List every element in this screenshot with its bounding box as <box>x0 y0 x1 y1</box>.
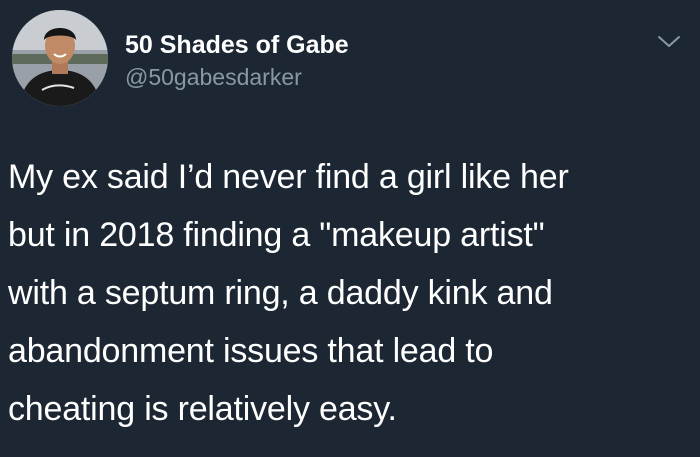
author-info: 50 Shades of Gabe @50gabesdarker <box>125 30 349 92</box>
tweet-text-line: with a septum ring, a daddy kink and <box>8 274 553 312</box>
tweet-menu-button[interactable] <box>656 32 682 52</box>
tweet-card: 50 Shades of Gabe @50gabesdarker My ex s… <box>0 0 700 457</box>
tweet-text-line: My ex said I’d never find a girl like he… <box>8 158 569 196</box>
author-avatar[interactable] <box>12 10 108 106</box>
tweet-text-line: cheating is relatively easy. <box>8 390 397 428</box>
tweet-text-line: abandonment issues that lead to <box>8 332 494 370</box>
chevron-down-icon <box>658 36 680 47</box>
tweet-text-line: but in 2018 finding a "makeup artist" <box>8 216 545 254</box>
avatar-photo-icon <box>12 10 108 106</box>
tweet-text: My ex said I’d never find a girl like he… <box>8 148 688 438</box>
author-handle[interactable]: @50gabesdarker <box>125 62 349 92</box>
author-display-name[interactable]: 50 Shades of Gabe <box>125 30 349 60</box>
